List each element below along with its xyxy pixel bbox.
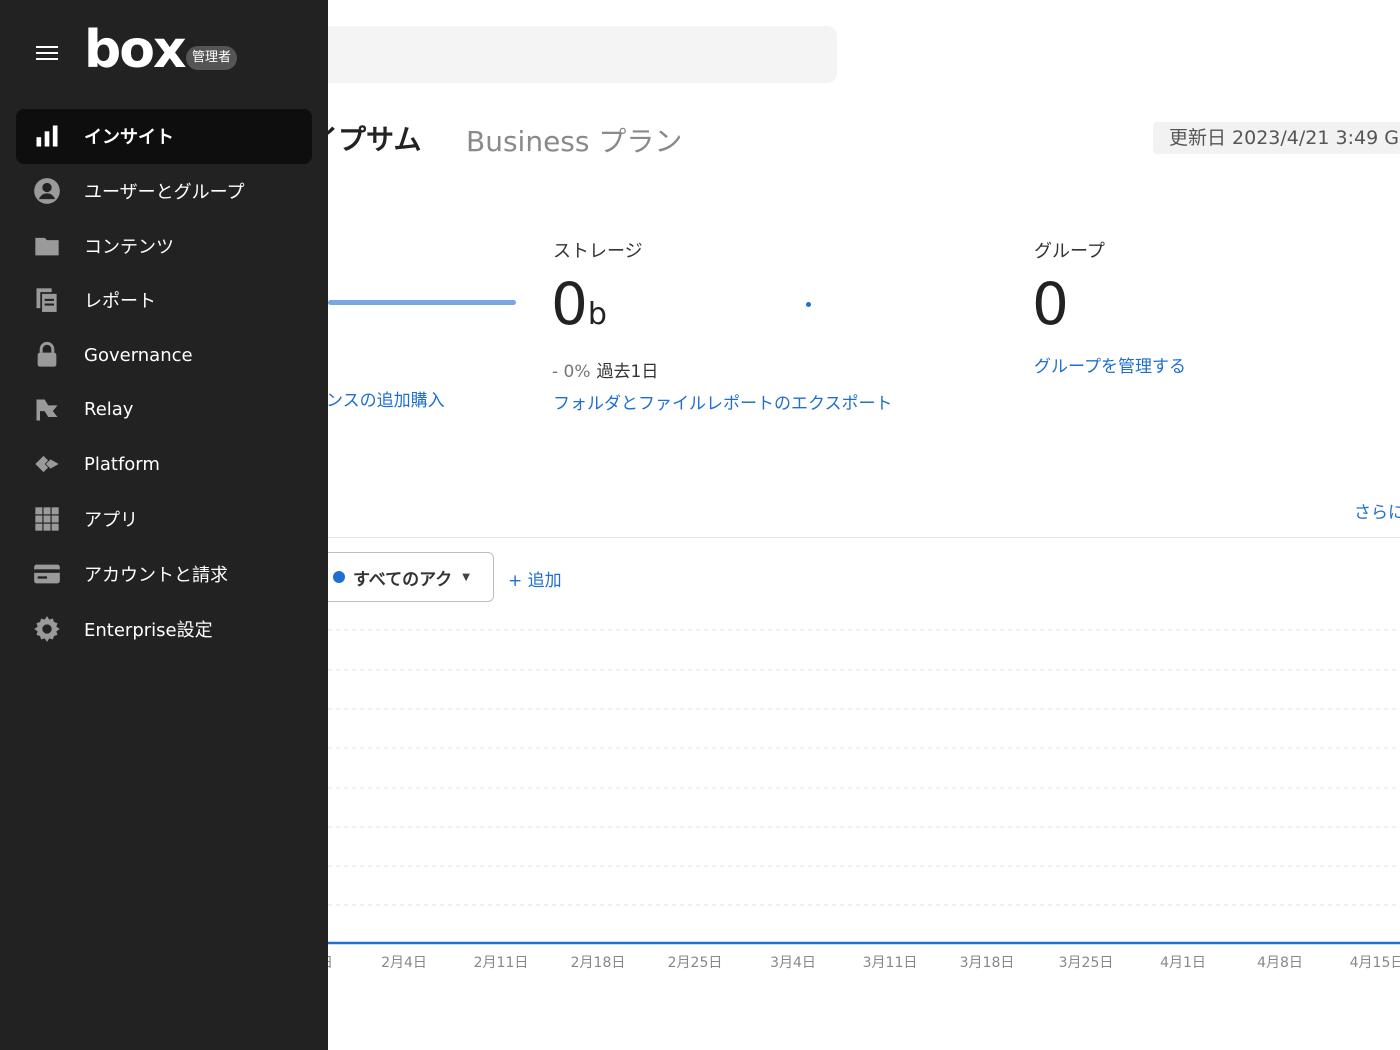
report-icon	[32, 285, 62, 315]
add-filter-link[interactable]: + 追加	[508, 566, 562, 591]
gear-icon	[32, 614, 62, 644]
series-color-dot	[333, 571, 345, 583]
user-icon	[32, 176, 62, 206]
sidebar-item-label: Relay	[84, 399, 134, 421]
storage-unit: b	[587, 297, 607, 332]
sidebar-item-label: コンテンツ	[84, 236, 174, 258]
sidebar-item-report[interactable]: レポート	[16, 273, 312, 328]
x-tick-label: 3月4日	[770, 955, 816, 971]
storage-sparkline-dot	[806, 302, 811, 307]
sidebar-item-label: レポート	[84, 291, 156, 313]
folder-icon	[32, 231, 62, 261]
export-report-link[interactable]: フォルダとファイルレポートのエクスポート	[553, 389, 893, 414]
sidebar-item-label: Enterprise設定	[84, 619, 213, 641]
license-purchase-link[interactable]: ンスの追加購入	[326, 386, 445, 411]
chevron-down-icon: ▼	[462, 571, 470, 583]
storage-change: - 0% 過去1日	[552, 362, 659, 382]
apps-grid-icon	[32, 504, 62, 534]
x-tick-label: 4月15日	[1350, 955, 1400, 971]
sidebar-item-bar-chart[interactable]: インサイト	[16, 109, 312, 164]
section-divider	[328, 537, 1400, 538]
sidebar-item-relay[interactable]: Relay	[16, 382, 312, 437]
lock-icon	[32, 340, 62, 370]
x-tick-label: 4月8日	[1257, 955, 1303, 971]
x-tick-label: 2月25日	[668, 955, 723, 971]
sidebar: box 管理者 インサイトユーザーとグループ コンテンツレポート Governanc…	[0, 0, 328, 1050]
sidebar-item-lock[interactable]: Governance	[16, 328, 312, 383]
sidebar-item-apps-grid[interactable]: アプリ	[16, 492, 312, 547]
license-progress-bar	[328, 300, 516, 305]
sidebar-item-gear[interactable]: Enterprise設定	[16, 601, 312, 656]
relay-icon	[32, 395, 62, 425]
credit-card-icon	[32, 559, 62, 589]
sidebar-item-folder[interactable]: コンテンツ	[16, 218, 312, 273]
sidebar-item-label: アカウントと請求	[84, 564, 228, 586]
sidebar-item-label: ユーザーとグループ	[84, 182, 245, 204]
activity-filter-dropdown[interactable]: すべてのアク ▼	[320, 552, 494, 602]
sidebar-item-user[interactable]: ユーザーとグループ	[16, 164, 312, 219]
sidebar-item-credit-card[interactable]: アカウントと請求	[16, 547, 312, 602]
sidebar-item-label: Platform	[84, 453, 160, 475]
manage-groups-link[interactable]: グループを管理する	[1034, 352, 1186, 377]
x-tick-label: 2月18日	[571, 955, 626, 971]
plan-name: Business プラン	[466, 125, 683, 158]
search-bar[interactable]	[300, 26, 837, 83]
sidebar-item-label: Governance	[84, 344, 193, 366]
sidebar-nav: インサイトユーザーとグループ コンテンツレポート Governance Relay Pl…	[16, 109, 312, 656]
box-logo: box	[84, 20, 186, 80]
x-tick-label: 3月11日	[863, 955, 918, 971]
bar-chart-icon	[32, 121, 62, 151]
storage-label: ストレージ	[553, 241, 643, 262]
x-tick-label: 3月18日	[960, 955, 1015, 971]
groups-value: 0	[1032, 270, 1069, 338]
sidebar-item-label: アプリ	[84, 510, 138, 532]
groups-label: グループ	[1034, 241, 1105, 262]
admin-badge: 管理者	[186, 46, 238, 70]
platform-icon	[32, 449, 62, 479]
sidebar-item-platform[interactable]: Platform	[16, 437, 312, 492]
dropdown-label: すべてのアク	[353, 569, 453, 590]
storage-value: 0b	[551, 270, 607, 338]
x-tick-label: 2月4日	[381, 955, 427, 971]
x-tick-label: 4月1日	[1160, 955, 1206, 971]
x-tick-label: 3月25日	[1059, 955, 1114, 971]
sidebar-item-label: インサイト	[84, 127, 174, 149]
hamburger-menu-icon[interactable]	[36, 46, 58, 64]
x-tick-label: 2月11日	[474, 955, 529, 971]
more-link[interactable]: さらに	[1354, 498, 1400, 523]
updated-timestamp: 更新日 2023/4/21 3:49 GMT	[1153, 122, 1400, 154]
